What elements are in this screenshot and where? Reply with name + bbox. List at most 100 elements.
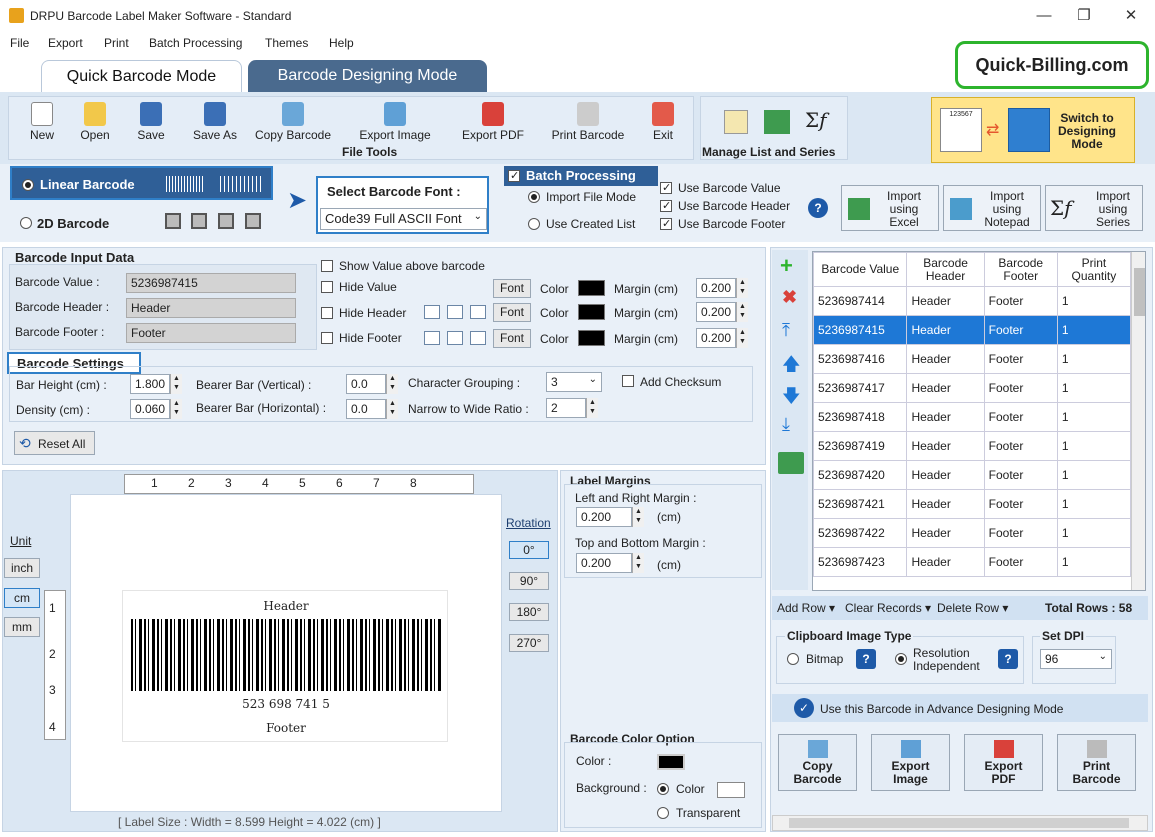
help-icon[interactable]: ? bbox=[808, 198, 828, 218]
header-align-center-icon[interactable] bbox=[447, 305, 463, 319]
header-font-button[interactable]: Font bbox=[493, 303, 531, 322]
cell-barcode-footer[interactable]: Footer bbox=[983, 460, 1058, 490]
move-down-icon[interactable]: 🡇 bbox=[782, 384, 801, 414]
cell-barcode-value[interactable]: 5236987419 bbox=[813, 431, 908, 461]
cell-barcode-header[interactable]: Header bbox=[906, 344, 985, 374]
import-series-button[interactable]: Σ𝑓 Import using Series bbox=[1045, 185, 1143, 231]
table-scrollbar[interactable] bbox=[1131, 252, 1145, 590]
cell-barcode-value[interactable]: 5236987415 bbox=[813, 315, 908, 345]
ratio-input[interactable]: 2 bbox=[546, 398, 586, 418]
barcode-value-field[interactable]: 5236987415 bbox=[126, 273, 296, 293]
menu-export[interactable]: Export bbox=[48, 36, 83, 50]
footer-align-right-icon[interactable] bbox=[470, 331, 486, 345]
linear-barcode-option[interactable]: Linear Barcode bbox=[10, 166, 273, 200]
header-color-swatch[interactable] bbox=[578, 304, 605, 320]
cell-print-quantity[interactable]: 1 bbox=[1056, 547, 1132, 577]
cell-barcode-footer[interactable]: Footer bbox=[983, 431, 1058, 461]
col-barcode-header[interactable]: Barcode Header bbox=[906, 252, 985, 287]
move-top-icon[interactable]: ⤒ bbox=[782, 320, 790, 341]
new-button[interactable]: New bbox=[22, 102, 62, 142]
rotation-0-button[interactable]: 0° bbox=[509, 541, 549, 559]
bottom-scroll-thumb[interactable] bbox=[789, 818, 1129, 828]
table-row[interactable]: 5236987419 Header Footer 1 bbox=[813, 431, 1132, 461]
tab-barcode-designing-mode[interactable]: Barcode Designing Mode bbox=[248, 60, 487, 92]
export-image-action[interactable]: Export Image bbox=[871, 734, 950, 791]
cell-barcode-value[interactable]: 5236987421 bbox=[813, 489, 908, 519]
unit-inch-button[interactable]: inch bbox=[4, 558, 40, 578]
advance-mode-bar[interactable]: ✓ Use this Barcode in Advance Designing … bbox=[772, 694, 1148, 722]
table-row[interactable]: 5236987422 Header Footer 1 bbox=[813, 518, 1132, 548]
2d-label[interactable]: 2D Barcode bbox=[37, 216, 109, 231]
font-dropdown[interactable]: Code39 Full ASCII Font ⌄ bbox=[320, 208, 487, 230]
ratio-stepper[interactable]: ▲ ▼ bbox=[586, 398, 598, 418]
maximize-icon[interactable]: ❐ bbox=[1074, 6, 1094, 26]
resolution-radio[interactable] bbox=[895, 653, 907, 665]
footer-margin-stepper[interactable]: ▲ ▼ bbox=[736, 328, 748, 348]
table-row[interactable]: 5236987414 Header Footer 1 bbox=[813, 286, 1132, 316]
bottom-scrollbar[interactable] bbox=[772, 815, 1148, 831]
table-row[interactable]: 5236987417 Header Footer 1 bbox=[813, 373, 1132, 403]
cell-print-quantity[interactable]: 1 bbox=[1056, 518, 1132, 548]
clear-records-menu[interactable]: Clear Records ▾ bbox=[845, 601, 931, 615]
table-row[interactable]: 5236987416 Header Footer 1 bbox=[813, 344, 1132, 374]
menu-file[interactable]: File bbox=[10, 36, 29, 50]
bg-color-swatch[interactable] bbox=[717, 782, 745, 798]
linear-radio[interactable] bbox=[22, 179, 34, 191]
rotation-90-button[interactable]: 90° bbox=[509, 572, 549, 590]
bar-height-input[interactable]: 1.800 bbox=[130, 374, 170, 394]
scroll-thumb[interactable] bbox=[1134, 268, 1145, 316]
cell-print-quantity[interactable]: 1 bbox=[1056, 489, 1132, 519]
value-font-button[interactable]: Font bbox=[493, 279, 531, 298]
export-list-icon[interactable] bbox=[778, 452, 804, 474]
rotation-270-button[interactable]: 270° bbox=[509, 634, 549, 652]
footer-margin-input[interactable]: 0.200 bbox=[696, 328, 736, 348]
cell-barcode-value[interactable]: 5236987416 bbox=[813, 344, 908, 374]
footer-align-left-icon[interactable] bbox=[424, 331, 440, 345]
move-bottom-icon[interactable]: ⤓ bbox=[782, 414, 790, 435]
rotation-180-button[interactable]: 180° bbox=[509, 603, 549, 621]
cell-barcode-value[interactable]: 5236987418 bbox=[813, 402, 908, 432]
switch-designing-button[interactable]: 123567 ⇄ Switch to Designing Mode bbox=[931, 97, 1135, 163]
menu-batch-processing[interactable]: Batch Processing bbox=[149, 36, 242, 50]
table-row[interactable]: 5236987423 Header Footer 1 bbox=[813, 547, 1132, 577]
cell-barcode-footer[interactable]: Footer bbox=[983, 518, 1058, 548]
reset-all-button[interactable]: ⟲ Reset All bbox=[14, 431, 95, 455]
cell-barcode-footer[interactable]: Footer bbox=[983, 286, 1058, 316]
table-row[interactable]: 5236987415 Header Footer 1 bbox=[813, 315, 1132, 345]
density-input[interactable]: 0.060 bbox=[130, 399, 170, 419]
export-image-button[interactable]: Export Image bbox=[352, 102, 438, 142]
dpi-dropdown[interactable]: 96 ⌄ bbox=[1040, 649, 1112, 669]
header-align-right-icon[interactable] bbox=[470, 305, 486, 319]
bg-color-radio[interactable] bbox=[657, 783, 669, 795]
barcode-footer-field[interactable]: Footer bbox=[126, 323, 296, 343]
export-pdf-button[interactable]: Export PDF bbox=[458, 102, 528, 142]
tb-margin-stepper[interactable]: ▲ ▼ bbox=[632, 553, 644, 573]
bg-transparent-radio[interactable] bbox=[657, 807, 669, 819]
barcode-header-field[interactable]: Header bbox=[126, 298, 296, 318]
bitmap-help-icon[interactable]: ? bbox=[856, 649, 876, 669]
cell-barcode-header[interactable]: Header bbox=[906, 431, 985, 461]
print-barcode-action[interactable]: Print Barcode bbox=[1057, 734, 1136, 791]
cell-barcode-header[interactable]: Header bbox=[906, 547, 985, 577]
bitmap-radio[interactable] bbox=[787, 653, 799, 665]
import-notepad-button[interactable]: Import using Notepad bbox=[943, 185, 1041, 231]
bearer-h-stepper[interactable]: ▲ ▼ bbox=[386, 399, 398, 419]
2d-radio[interactable] bbox=[20, 217, 32, 229]
cell-print-quantity[interactable]: 1 bbox=[1056, 344, 1132, 374]
cell-print-quantity[interactable]: 1 bbox=[1056, 460, 1132, 490]
cell-barcode-value[interactable]: 5236987417 bbox=[813, 373, 908, 403]
tab-quick-barcode-mode[interactable]: Quick Barcode Mode bbox=[41, 60, 242, 92]
value-margin-stepper[interactable]: ▲ ▼ bbox=[736, 278, 748, 298]
cell-print-quantity[interactable]: 1 bbox=[1056, 315, 1132, 345]
cell-barcode-header[interactable]: Header bbox=[906, 373, 985, 403]
cell-barcode-footer[interactable]: Footer bbox=[983, 489, 1058, 519]
import-excel-button[interactable]: Import using Excel bbox=[841, 185, 939, 231]
col-barcode-value[interactable]: Barcode Value bbox=[813, 252, 908, 287]
cell-barcode-header[interactable]: Header bbox=[906, 518, 985, 548]
copy-barcode-action[interactable]: Copy Barcode bbox=[778, 734, 857, 791]
cell-barcode-value[interactable]: 5236987414 bbox=[813, 286, 908, 316]
hide-header-checkbox[interactable] bbox=[321, 307, 333, 319]
batch-header[interactable]: Batch Processing bbox=[504, 166, 658, 186]
cell-barcode-header[interactable]: Header bbox=[906, 402, 985, 432]
import-file-radio[interactable] bbox=[528, 191, 540, 203]
